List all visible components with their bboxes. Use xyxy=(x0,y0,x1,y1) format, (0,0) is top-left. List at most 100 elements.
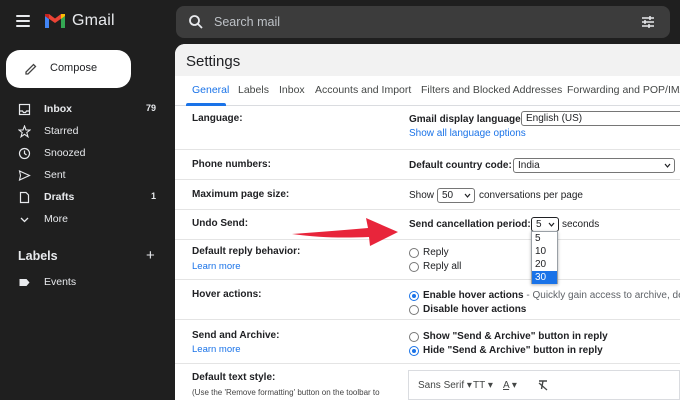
show-send-archive-label: Show "Send & Archive" button in reply xyxy=(423,331,608,342)
reply-all-option-label: Reply all xyxy=(423,261,462,272)
sidebar-item-label: Sent xyxy=(44,169,66,181)
setting-label: Language: xyxy=(192,113,243,124)
enable-hover-option-label: Enable hover actions - Quickly gain acce… xyxy=(423,290,680,301)
settings-tabs: General Labels Inbox Accounts and Import… xyxy=(175,76,680,106)
sidebar-item-label: Starred xyxy=(44,125,79,137)
setting-label: Maximum page size: xyxy=(192,189,290,200)
compose-button[interactable]: Compose xyxy=(6,50,131,88)
text-color-icon[interactable]: A ▾ xyxy=(503,380,517,391)
sidebar-item-label: More xyxy=(44,213,68,225)
star-icon xyxy=(18,125,31,138)
remove-formatting-icon[interactable] xyxy=(537,379,549,391)
tab-inbox[interactable]: Inbox xyxy=(279,84,305,96)
country-code-select[interactable]: India xyxy=(513,158,675,173)
option-5[interactable]: 5 xyxy=(532,232,557,245)
settings-row-hover: Hover actions: Enable hover actions - Qu… xyxy=(175,280,680,320)
disable-hover-option-label: Disable hover actions xyxy=(423,304,527,315)
add-label-icon[interactable]: + xyxy=(146,247,155,264)
font-family-select[interactable]: Sans Serif ▾ xyxy=(418,380,472,391)
reply-all-radio[interactable] xyxy=(409,262,419,272)
page-size-value: 50 xyxy=(442,190,454,201)
gmail-logo-icon[interactable] xyxy=(44,12,66,30)
setting-label: Send and Archive: xyxy=(192,330,280,341)
page-size-suffix: conversations per page xyxy=(479,190,583,201)
learn-more-link[interactable]: Learn more xyxy=(192,261,241,272)
show-send-archive-radio[interactable] xyxy=(409,332,419,342)
chevron-down-icon xyxy=(20,217,29,223)
sidebar-item-label: Drafts xyxy=(44,191,75,203)
main-menu-icon[interactable] xyxy=(16,15,30,27)
chevron-down-icon xyxy=(464,193,471,198)
settings-row-page-size: Maximum page size: Show 50 conversations… xyxy=(175,180,680,210)
app-name: Gmail xyxy=(72,12,115,29)
cancellation-period-options[interactable]: 5 10 20 30 xyxy=(531,231,558,284)
cancellation-period-select[interactable]: 5 xyxy=(531,217,559,232)
option-30[interactable]: 30 xyxy=(532,271,557,284)
setting-label: Phone numbers: xyxy=(192,159,271,170)
option-20[interactable]: 20 xyxy=(532,258,557,271)
settings-row-send-archive: Send and Archive: Learn more Show "Send … xyxy=(175,320,680,364)
sidebar-item-snoozed[interactable]: Snoozed xyxy=(0,144,170,164)
search-icon[interactable] xyxy=(188,14,204,30)
page-size-select[interactable]: 50 xyxy=(437,188,475,203)
setting-label: Default text style: xyxy=(192,372,276,383)
sidebar-item-label: Inbox xyxy=(44,103,72,115)
pencil-icon xyxy=(25,63,37,75)
tab-labels[interactable]: Labels xyxy=(238,84,269,96)
disable-hover-radio[interactable] xyxy=(409,305,419,315)
sidebar-item-label: Snoozed xyxy=(44,147,86,159)
setting-field-label: Gmail display language: xyxy=(409,114,525,125)
font-size-icon[interactable]: TT ▾ xyxy=(473,380,493,391)
annotation-arrow-icon xyxy=(292,218,398,246)
tab-accounts-import[interactable]: Accounts and Import xyxy=(315,84,411,96)
cancellation-period-suffix: seconds xyxy=(562,219,600,230)
settings-row-phone: Phone numbers: Default country code: Ind… xyxy=(175,150,680,180)
top-bar: Gmail Search mail xyxy=(0,0,680,44)
setting-field-label: Default country code: xyxy=(409,160,512,171)
settings-row-reply: Default reply behavior: Learn more Reply… xyxy=(175,240,680,280)
setting-label: Default reply behavior: xyxy=(192,246,301,257)
setting-field-label: Send cancellation period: xyxy=(409,219,531,230)
option-10[interactable]: 10 xyxy=(532,245,557,258)
settings-row-language: Language: Gmail display language: Englis… xyxy=(175,106,680,150)
cancellation-period-value: 5 xyxy=(536,219,542,230)
tab-forwarding[interactable]: Forwarding and POP/IMA xyxy=(567,84,680,96)
enable-hover-radio[interactable] xyxy=(409,291,419,301)
country-code-value: India xyxy=(518,160,540,171)
setting-label: Hover actions: xyxy=(192,289,262,300)
label-icon xyxy=(19,279,30,286)
reply-option-label: Reply xyxy=(423,247,449,258)
sidebar-item-label: Events xyxy=(44,276,77,288)
sidebar-item-drafts[interactable]: Drafts 1 xyxy=(0,188,170,208)
page-title: Settings xyxy=(186,53,241,70)
settings-row-undo-send: Undo Send: Send cancellation period: 5 s… xyxy=(175,210,680,240)
labels-heading: Labels xyxy=(18,249,58,263)
sidebar-item-more[interactable]: More xyxy=(0,210,170,230)
hide-send-archive-radio[interactable] xyxy=(409,346,419,356)
learn-more-link[interactable]: Learn more xyxy=(192,344,241,355)
search-input[interactable]: Search mail xyxy=(214,15,280,29)
settings-panel: Settings General Labels Inbox Accounts a… xyxy=(175,44,680,400)
language-select[interactable]: English (US) xyxy=(521,111,680,126)
search-bar[interactable]: Search mail xyxy=(176,6,670,38)
tab-filters[interactable]: Filters and Blocked Addresses xyxy=(421,84,562,96)
tab-general[interactable]: General xyxy=(192,84,229,96)
setting-label: Undo Send: xyxy=(192,218,249,229)
search-options-icon[interactable] xyxy=(640,14,656,30)
text-style-note: (Use the 'Remove formatting' button on t… xyxy=(192,388,380,397)
hide-send-archive-label: Hide "Send & Archive" button in reply xyxy=(423,345,603,356)
sidebar-item-starred[interactable]: Starred xyxy=(0,122,170,142)
inbox-icon xyxy=(18,103,31,116)
send-icon xyxy=(18,170,31,181)
language-value: English (US) xyxy=(526,113,583,124)
sidebar-item-events[interactable]: Events xyxy=(0,273,170,293)
sidebar-item-sent[interactable]: Sent xyxy=(0,166,170,186)
chevron-down-icon xyxy=(664,163,671,168)
settings-header: Settings xyxy=(175,44,680,76)
chevron-down-icon xyxy=(548,222,555,227)
show-language-options-link[interactable]: Show all language options xyxy=(409,128,526,139)
clock-icon xyxy=(18,147,31,160)
reply-radio[interactable] xyxy=(409,248,419,258)
sidebar-item-inbox[interactable]: Inbox 79 xyxy=(0,100,170,120)
unread-count: 79 xyxy=(145,103,156,113)
